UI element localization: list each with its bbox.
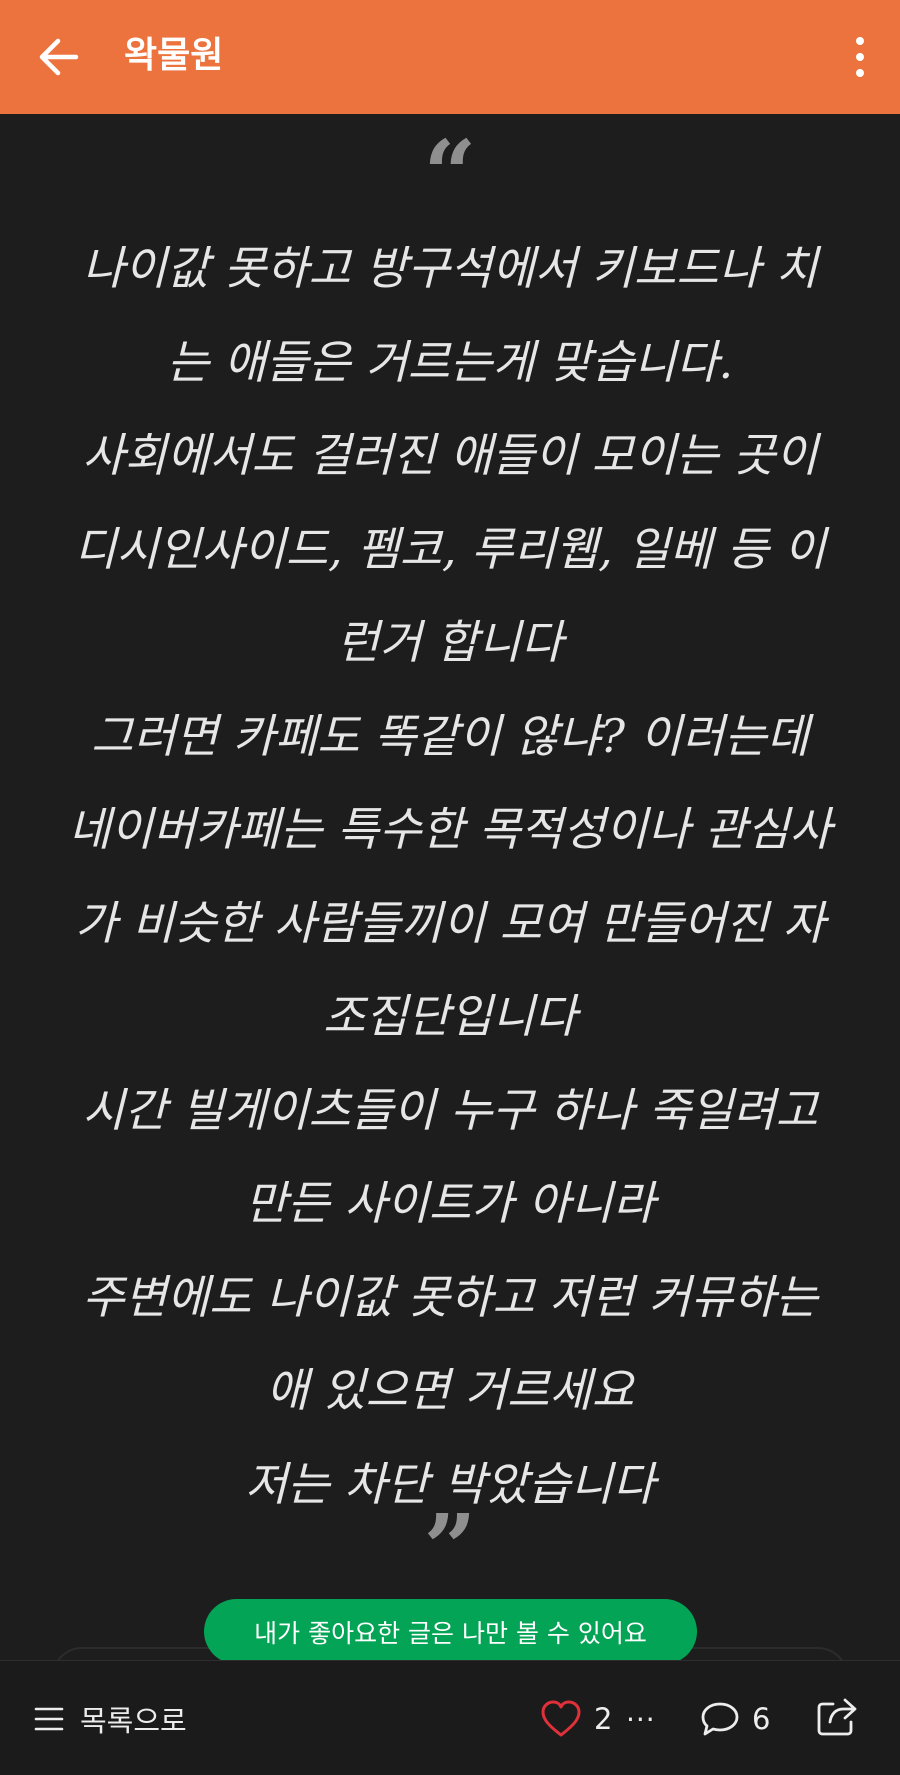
quote-line: 네이버카페는 특수한 목적성이나 관심사 <box>68 802 832 856</box>
more-vertical-icon <box>856 37 864 77</box>
more-options-button[interactable] <box>842 30 878 84</box>
like-button[interactable]: 2 <box>540 1695 612 1743</box>
back-to-list-button[interactable]: 목록으로 <box>34 1697 187 1741</box>
likers-more-button[interactable]: ··· <box>626 1695 656 1743</box>
quote-line: 사회에서도 걸러진 애들이 모이는 곳이 <box>82 428 818 482</box>
quote-line: 가 비슷한 사람들끼이 모여 만들어진 자 <box>74 895 826 950</box>
open-quote-mark: “ <box>423 120 477 228</box>
back-button[interactable] <box>26 27 90 87</box>
top-app-bar: 왁물원 <box>0 0 900 114</box>
quote-line: 조집단입니다 <box>323 989 577 1043</box>
quote-line: 디시인사이드, 펨코, 루리웹, 일베 등 이 <box>74 521 826 576</box>
like-privacy-toast: 내가 좋아요한 글은 나만 볼 수 있어요 <box>204 1599 697 1664</box>
heart-icon <box>541 1700 581 1737</box>
quote-line: 애 있으면 거르세요 <box>266 1363 634 1417</box>
close-quote-mark: ” <box>423 1494 477 1602</box>
comment-button[interactable]: 6 <box>700 1695 770 1743</box>
quote-line: 시간 빌게이츠들이 누구 하나 죽일려고 <box>82 1082 818 1137</box>
arrow-left-icon <box>39 38 79 76</box>
like-count: 2 <box>594 1702 613 1736</box>
quote-line: 런거 합니다 <box>336 615 564 669</box>
bottom-action-bar: 목록으로 2 ··· 6 <box>0 1660 900 1775</box>
quote-line: 나이값 못하고 방구석에서 키보드나 치 <box>82 241 818 295</box>
share-button[interactable] <box>813 1693 861 1741</box>
page-title: 왁물원 <box>124 35 224 76</box>
quote-line: 만든 사이트가 아니라 <box>244 1176 656 1230</box>
quote-line: 는 애들은 거르는게 맞습니다. <box>166 334 734 389</box>
comment-count: 6 <box>752 1702 771 1736</box>
list-icon <box>34 1707 64 1731</box>
quote-line: 주변에도 나이값 못하고 저런 커뮤하는 <box>82 1269 818 1324</box>
back-to-list-label: 목록으로 <box>80 1704 187 1738</box>
quote-body: 나이값 못하고 방구석에서 키보드나 치 는 애들은 거르는게 맞습니다. 사회… <box>40 222 860 1531</box>
share-icon <box>817 1698 857 1736</box>
comment-icon <box>701 1702 739 1736</box>
quote-line: 그러면 카페도 똑같이 않냐? 이러는데 <box>91 708 809 763</box>
